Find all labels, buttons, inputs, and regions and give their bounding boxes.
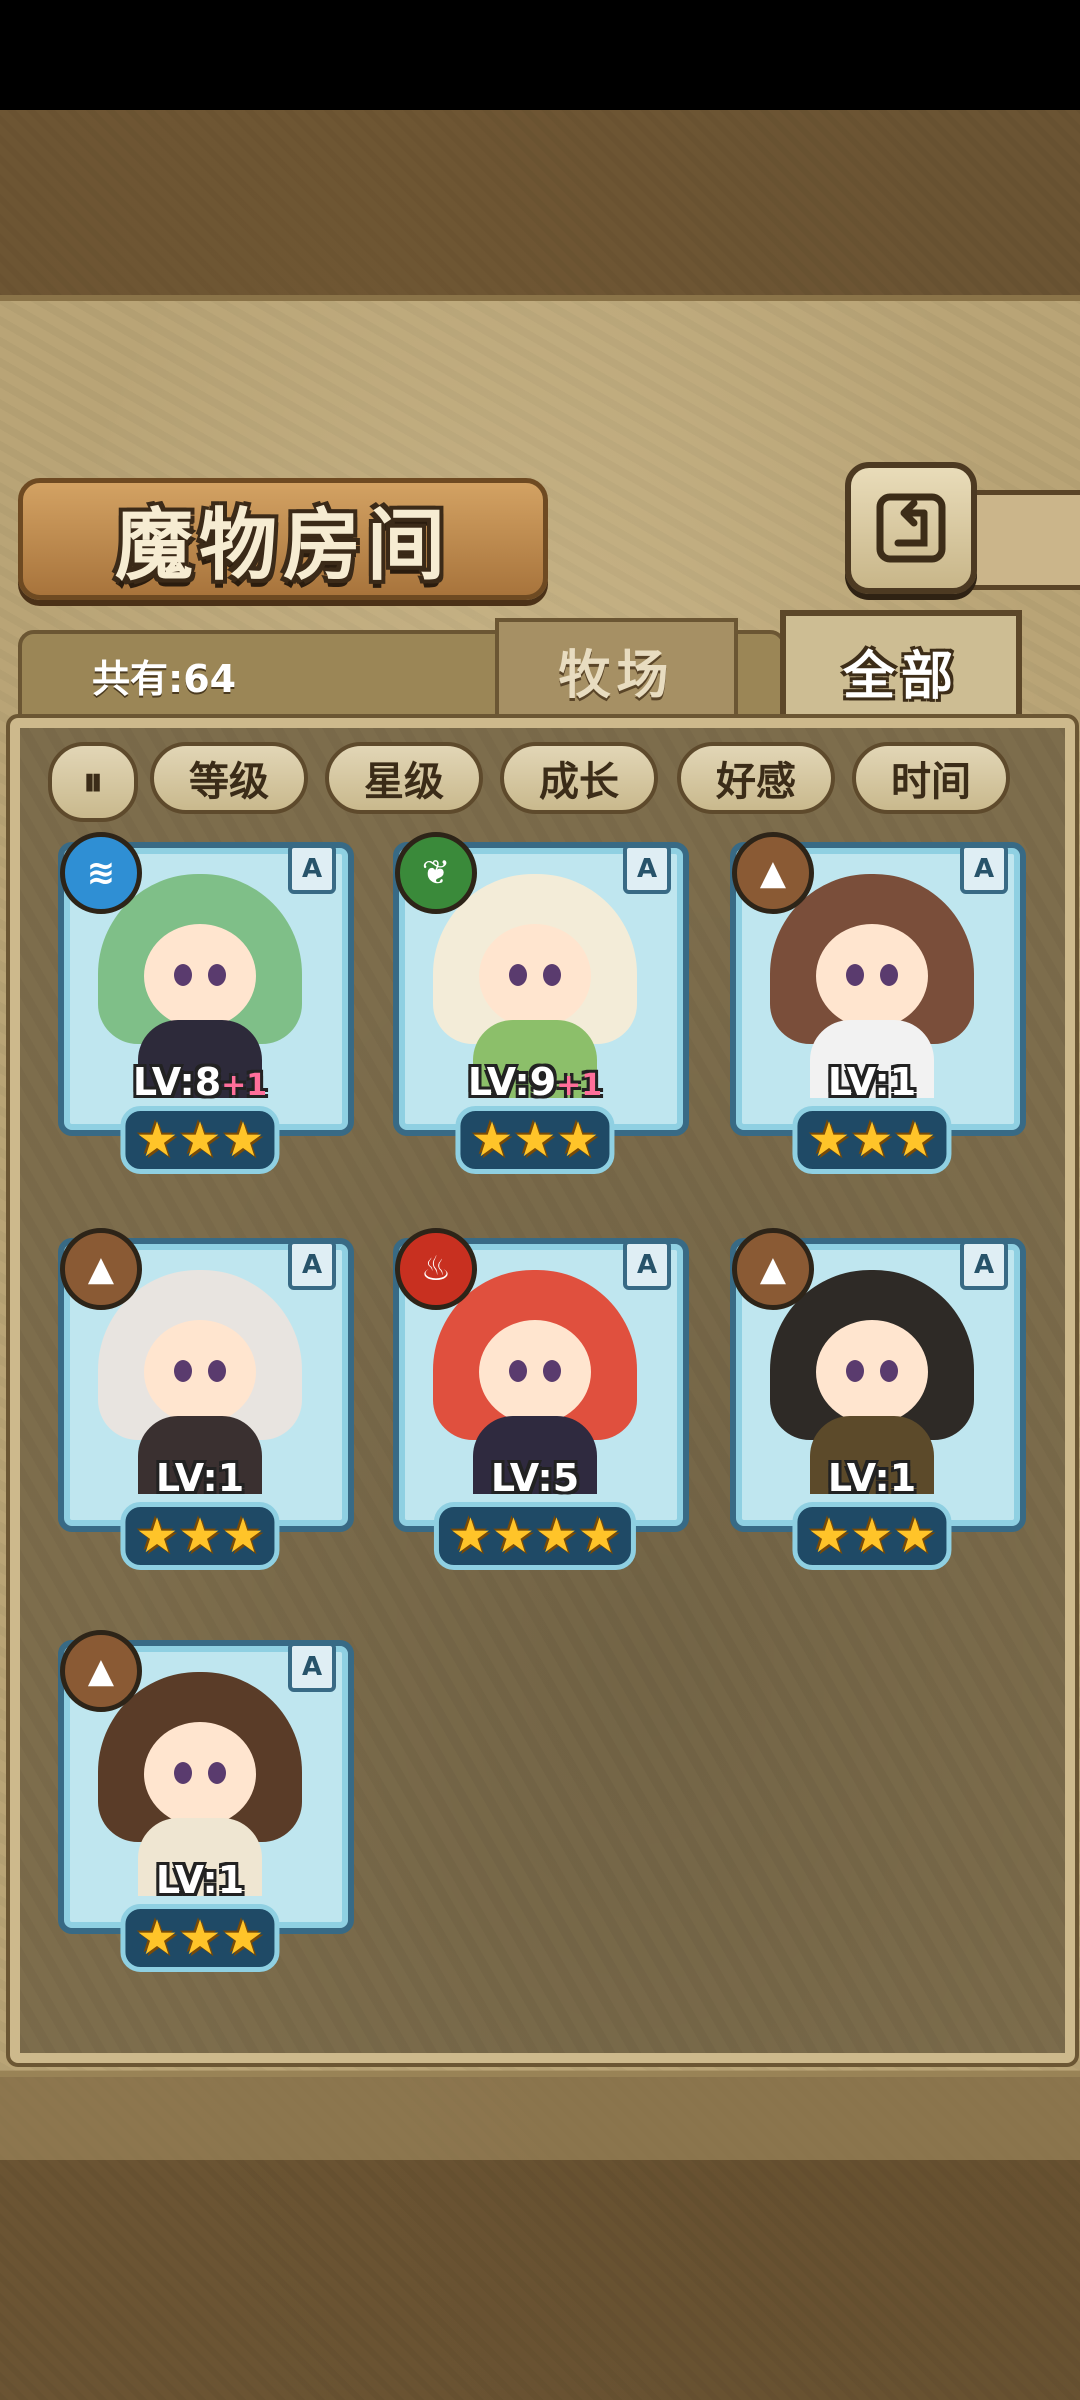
star-icon: ★ xyxy=(535,1508,579,1564)
monster-level: LV:8+1 xyxy=(132,1060,268,1104)
star-icon: ★ xyxy=(850,1112,894,1168)
star-rating: ★ ★ ★ xyxy=(120,1502,280,1570)
page-title: 魔物房间 xyxy=(18,478,548,600)
star-icon: ★ xyxy=(491,1508,535,1564)
star-icon: ★ xyxy=(135,1112,179,1168)
monster-card[interactable]: ▲ A LV:1 ★ ★ ★ xyxy=(722,832,1026,1174)
monster-level: LV:1 xyxy=(155,1858,245,1902)
star-rating: ★ ★ ★ xyxy=(120,1904,280,1972)
sort-button-time[interactable]: 时间 xyxy=(852,742,1010,814)
star-icon: ★ xyxy=(178,1508,222,1564)
sort-button-level[interactable]: 等级 xyxy=(150,742,308,814)
star-icon: ★ xyxy=(556,1112,600,1168)
monster-card[interactable]: ▲ A LV:1 ★ ★ ★ xyxy=(50,1630,354,1972)
monster-level: LV:9+1 xyxy=(467,1060,603,1104)
monster-card[interactable]: ▲ A LV:1 ★ ★ ★ xyxy=(50,1228,354,1570)
rank-badge: A xyxy=(623,1240,671,1290)
rank-badge: A xyxy=(960,844,1008,894)
mountain-icon: ▲ xyxy=(732,1228,814,1310)
star-icon: ★ xyxy=(178,1112,222,1168)
back-button[interactable] xyxy=(845,462,977,594)
leaf-icon: ❦ xyxy=(395,832,477,914)
star-rating: ★ ★ ★ xyxy=(792,1502,952,1570)
star-icon: ★ xyxy=(850,1508,894,1564)
sort-button-stars[interactable]: 星级 xyxy=(325,742,483,814)
star-icon: ★ xyxy=(135,1508,179,1564)
return-icon xyxy=(876,493,946,563)
star-icon: ★ xyxy=(513,1112,557,1168)
star-icon: ★ xyxy=(178,1910,222,1966)
monster-card[interactable]: ♨ A LV:5 ★ ★ ★ ★ xyxy=(385,1228,689,1570)
star-icon: ★ xyxy=(893,1112,937,1168)
footer-band xyxy=(0,2070,1080,2160)
monster-count: 共有:64 xyxy=(92,657,237,701)
star-icon: ★ xyxy=(221,1910,265,1966)
sort-order-toggle[interactable]: ⏸ xyxy=(48,742,138,822)
monster-card[interactable]: ▲ A LV:1 ★ ★ ★ xyxy=(722,1228,1026,1570)
monster-card[interactable]: ❦ A LV:9+1 ★ ★ ★ xyxy=(385,832,689,1174)
monster-level: LV:1 xyxy=(827,1060,917,1104)
star-icon: ★ xyxy=(807,1508,851,1564)
monster-card[interactable]: ≋ A LV:8+1 ★ ★ ★ xyxy=(50,832,354,1174)
back-button-strip xyxy=(960,490,1080,590)
mountain-icon: ▲ xyxy=(60,1228,142,1310)
mountain-icon: ▲ xyxy=(60,1630,142,1712)
mountain-icon: ▲ xyxy=(732,832,814,914)
star-rating: ★ ★ ★ ★ xyxy=(433,1502,637,1570)
tab-all[interactable]: 全部 xyxy=(780,610,1022,726)
rank-badge: A xyxy=(288,844,336,894)
fire-icon: ♨ xyxy=(395,1228,477,1310)
star-rating: ★ ★ ★ xyxy=(455,1106,615,1174)
sort-order-icon: ⏸ xyxy=(83,759,103,805)
star-rating: ★ ★ ★ xyxy=(792,1106,952,1174)
monster-level: LV:5 xyxy=(490,1456,580,1500)
monster-level: LV:1 xyxy=(155,1456,245,1500)
rank-badge: A xyxy=(288,1642,336,1692)
page-title-text: 魔物房间 xyxy=(114,500,451,591)
water-icon: ≋ xyxy=(60,832,142,914)
star-icon: ★ xyxy=(893,1508,937,1564)
rank-badge: A xyxy=(288,1240,336,1290)
star-icon: ★ xyxy=(807,1112,851,1168)
monster-level: LV:1 xyxy=(827,1456,917,1500)
star-icon: ★ xyxy=(135,1910,179,1966)
star-icon: ★ xyxy=(221,1508,265,1564)
rank-badge: A xyxy=(623,844,671,894)
star-rating: ★ ★ ★ xyxy=(120,1106,280,1174)
sort-button-affection[interactable]: 好感 xyxy=(677,742,835,814)
star-icon: ★ xyxy=(448,1508,492,1564)
star-icon: ★ xyxy=(578,1508,622,1564)
tab-ranch[interactable]: 牧场 xyxy=(495,618,738,718)
star-icon: ★ xyxy=(221,1112,265,1168)
sort-button-growth[interactable]: 成长 xyxy=(500,742,658,814)
rank-badge: A xyxy=(960,1240,1008,1290)
star-icon: ★ xyxy=(470,1112,514,1168)
